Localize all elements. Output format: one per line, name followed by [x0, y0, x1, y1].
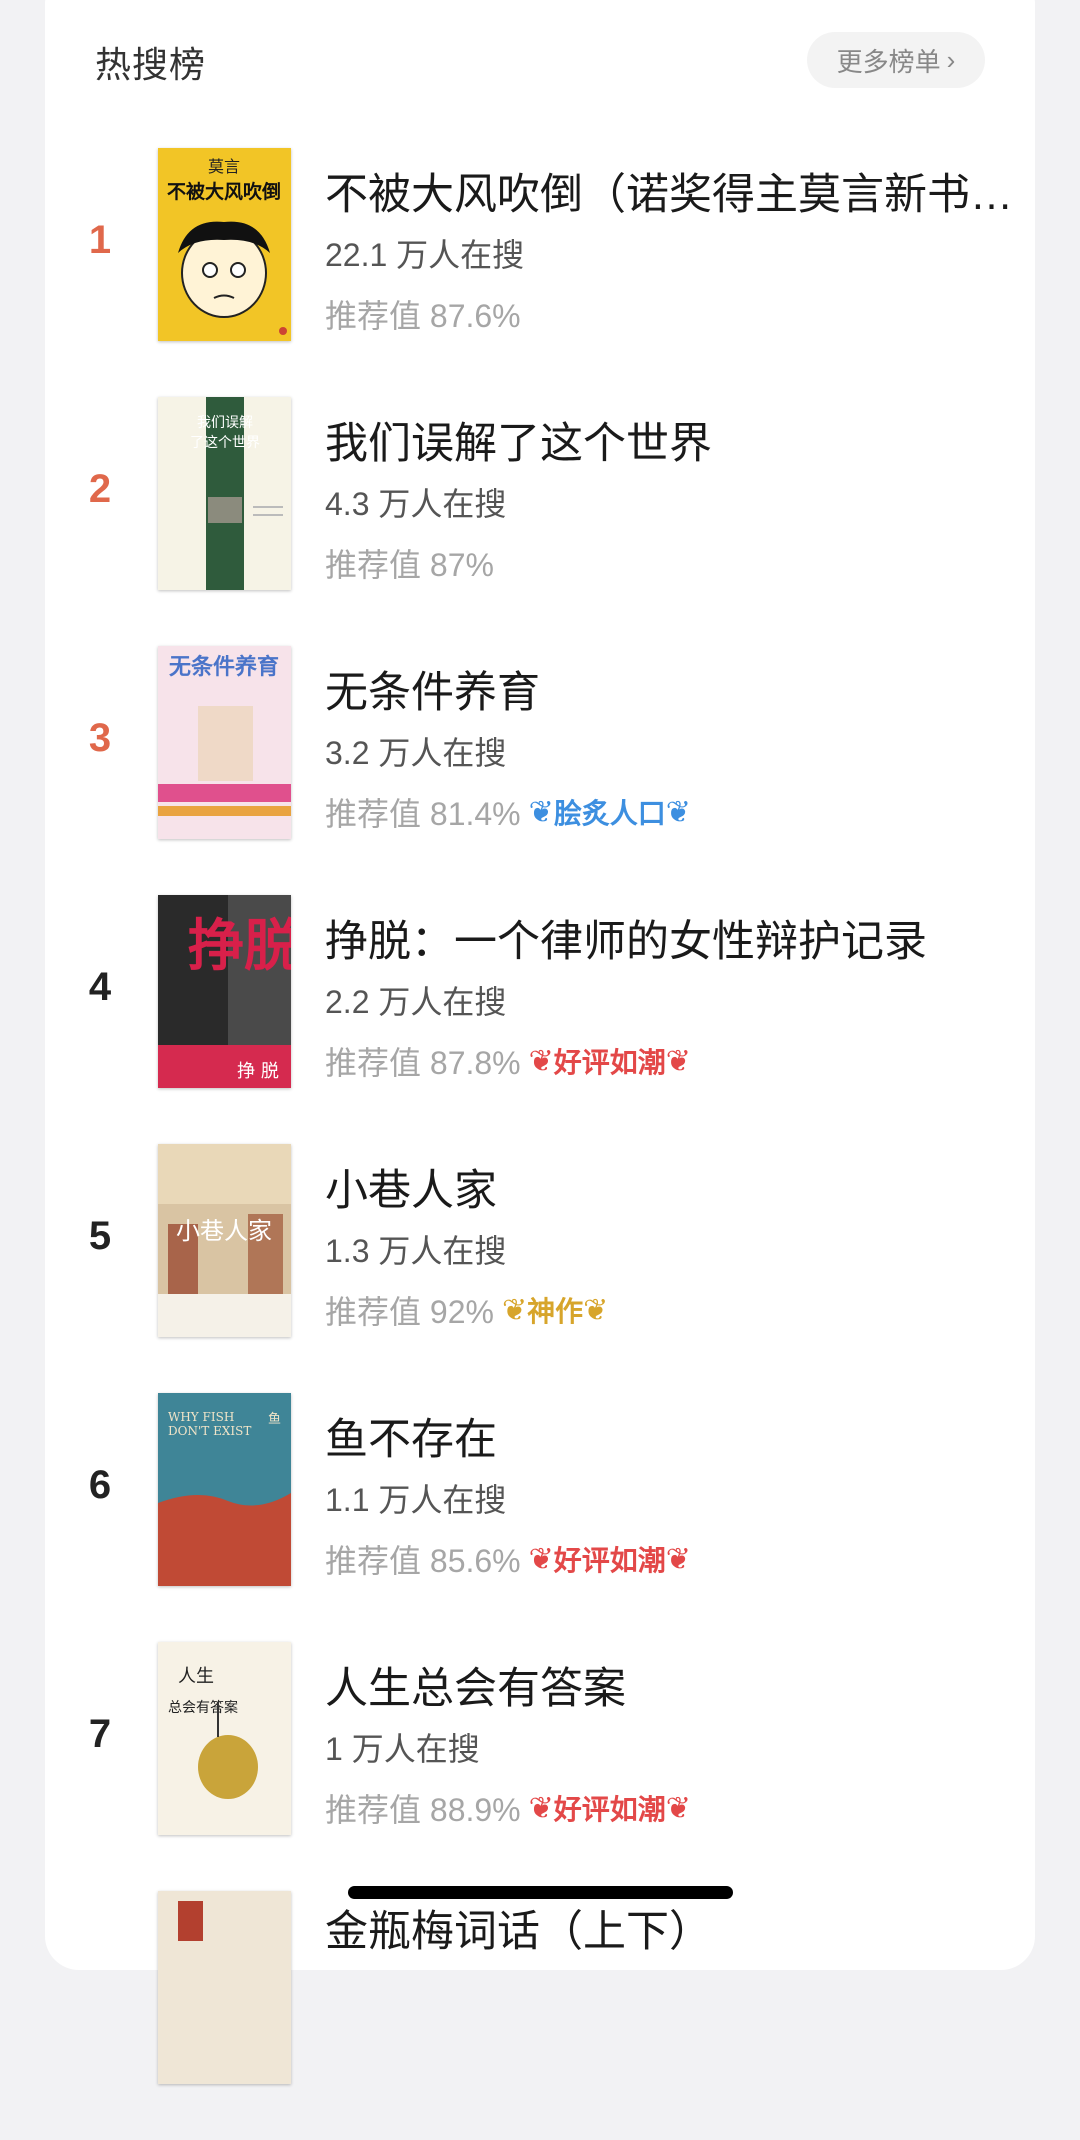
honor-badge-label: 神作: [527, 1296, 584, 1327]
recommendation-value: 推荐值 92%: [325, 1294, 494, 1330]
list-item[interactable]: 6 WHY FISH DON'T EXIST 鱼 鱼不存在 1.1 万人在搜 推…: [45, 1393, 1035, 1642]
honor-badge-label: 好评如潮: [553, 1047, 666, 1078]
rank-number: 5: [88, 1214, 112, 1258]
honor-badge: ❦ 好评如潮 ❦: [529, 1539, 691, 1579]
laurel-right-icon: ❦: [665, 1542, 691, 1576]
rec-row: 推荐值 85.6% ❦ 好评如潮 ❦: [325, 1535, 691, 1583]
search-count: 1 万人在搜: [325, 1731, 480, 1767]
honor-badge: ❦ 神作 ❦: [502, 1290, 608, 1330]
book-cover[interactable]: 莫言 不被大风吹倒: [158, 148, 291, 341]
more-lists-label: 更多榜单: [836, 46, 941, 77]
list-item[interactable]: 7 人生 总会有答案 人生总会有答案 1 万人在搜 推荐值 88.9% ❦ 好评…: [45, 1642, 1035, 1891]
rec-row: 推荐值 87%: [325, 539, 494, 587]
list-item[interactable]: 5 小巷人家 小巷人家 1.3 万人在搜 推荐值 92% ❦ 神作 ❦: [45, 1144, 1035, 1393]
svg-text:莫言: 莫言: [208, 157, 240, 176]
rank-number: 2: [88, 467, 112, 511]
rank-number: 3: [88, 716, 112, 760]
home-indicator[interactable]: [348, 1886, 733, 1899]
list-item[interactable]: 3 无条件养育 无条件养育 3.2 万人在搜 推荐值 81.4% ❦ 脍炙人口 …: [45, 646, 1035, 895]
laurel-right-icon: ❦: [583, 1293, 609, 1327]
section-title: 热搜榜: [95, 44, 207, 85]
more-lists-button[interactable]: 更多榜单 ›: [807, 32, 985, 88]
book-title: 我们误解了这个世界: [325, 420, 712, 468]
honor-badge: ❦ 好评如潮 ❦: [529, 1041, 691, 1081]
laurel-right-icon: ❦: [665, 1791, 691, 1825]
svg-text:DON'T EXIST: DON'T EXIST: [168, 1424, 251, 1438]
svg-text:人生: 人生: [178, 1666, 214, 1687]
laurel-right-icon: ❦: [665, 1044, 691, 1078]
rank-number: 1: [88, 218, 112, 262]
laurel-left-icon: ❦: [528, 1044, 554, 1078]
book-title: 金瓶梅词话（上下）: [325, 1908, 712, 1956]
recommendation-value: 推荐值 81.4%: [325, 796, 521, 832]
rec-row: 推荐值 88.9% ❦ 好评如潮 ❦: [325, 1784, 691, 1832]
search-count: 1.3 万人在搜: [325, 1233, 507, 1269]
book-cover[interactable]: 人生 总会有答案: [158, 1642, 291, 1835]
list-item[interactable]: 2 我们误解 了这个世界 我们误解了这个世界 4.3 万人在搜 推荐值 87%: [45, 397, 1035, 646]
svg-text:无条件养育: 无条件养育: [169, 654, 279, 680]
book-cover[interactable]: 我们误解 了这个世界: [158, 397, 291, 590]
book-cover[interactable]: 小巷人家: [158, 1144, 291, 1337]
svg-text:WHY FISH: WHY FISH: [168, 1410, 234, 1424]
rank-number: 6: [88, 1463, 112, 1507]
recommendation-value: 推荐值 88.9%: [325, 1792, 521, 1828]
svg-text:不被大风吹倒: 不被大风吹倒: [167, 180, 281, 203]
laurel-left-icon: ❦: [528, 1791, 554, 1825]
honor-badge-label: 脍炙人口: [553, 798, 666, 829]
list-item[interactable]: 1 莫言 不被大风吹倒 不被大风吹倒（诺奖得主莫言新书… 22.1 万人在搜 推…: [45, 148, 1035, 397]
book-title: 人生总会有答案: [325, 1665, 626, 1713]
svg-text:总会有答案: 总会有答案: [168, 1699, 238, 1716]
svg-text:小巷人家: 小巷人家: [176, 1217, 272, 1245]
rank-number: 4: [88, 965, 112, 1009]
book-cover[interactable]: 挣脱 挣 脱: [158, 895, 291, 1088]
list-item[interactable]: 4 挣脱 挣 脱 挣脱：一个律师的女性辩护记录 2.2 万人在搜 推荐值 87.…: [45, 895, 1035, 1144]
recommendation-value: 推荐值 87.6%: [325, 298, 521, 334]
svg-text:挣脱: 挣脱: [188, 913, 291, 979]
book-cover[interactable]: [158, 1891, 291, 2084]
laurel-left-icon: ❦: [501, 1293, 528, 1327]
book-cover[interactable]: WHY FISH DON'T EXIST 鱼: [158, 1393, 291, 1586]
search-count: 3.2 万人在搜: [325, 735, 507, 771]
rec-row: 推荐值 87.8% ❦ 好评如潮 ❦: [325, 1037, 691, 1085]
recommendation-value: 推荐值 87%: [325, 547, 494, 583]
svg-text:我们误解: 我们误解: [197, 415, 253, 431]
svg-text:了这个世界: 了这个世界: [190, 434, 260, 451]
search-count: 2.2 万人在搜: [325, 984, 507, 1020]
hot-search-header: 热搜榜 更多榜单 ›: [95, 30, 985, 90]
book-title: 不被大风吹倒（诺奖得主莫言新书…: [325, 171, 1013, 219]
list-item[interactable]: 金瓶梅词话（上下）: [45, 1891, 1035, 2140]
rank-number: 7: [88, 1712, 112, 1756]
recommendation-value: 推荐值 85.6%: [325, 1543, 521, 1579]
laurel-left-icon: ❦: [528, 795, 554, 829]
book-cover[interactable]: 无条件养育: [158, 646, 291, 839]
laurel-right-icon: ❦: [665, 795, 691, 829]
search-count: 4.3 万人在搜: [325, 486, 507, 522]
svg-text:鱼: 鱼: [268, 1411, 281, 1427]
honor-badge-label: 好评如潮: [553, 1545, 666, 1576]
book-title: 小巷人家: [325, 1167, 497, 1215]
rec-row: 推荐值 87.6%: [325, 290, 521, 338]
chevron-right-icon: ›: [946, 44, 956, 75]
honor-badge: ❦ 脍炙人口 ❦: [529, 792, 691, 832]
search-count: 22.1 万人在搜: [325, 237, 525, 273]
recommendation-value: 推荐值 87.8%: [325, 1045, 521, 1081]
honor-badge-label: 好评如潮: [553, 1794, 666, 1825]
book-title: 挣脱：一个律师的女性辩护记录: [325, 918, 927, 966]
book-title: 无条件养育: [325, 669, 540, 717]
book-title: 鱼不存在: [325, 1416, 497, 1464]
honor-badge: ❦ 好评如潮 ❦: [529, 1788, 691, 1828]
laurel-left-icon: ❦: [528, 1542, 554, 1576]
svg-text:挣 脱: 挣 脱: [237, 1061, 279, 1082]
rec-row: 推荐值 81.4% ❦ 脍炙人口 ❦: [325, 788, 691, 836]
rec-row: 推荐值 92% ❦ 神作 ❦: [325, 1286, 608, 1334]
search-count: 1.1 万人在搜: [325, 1482, 507, 1518]
